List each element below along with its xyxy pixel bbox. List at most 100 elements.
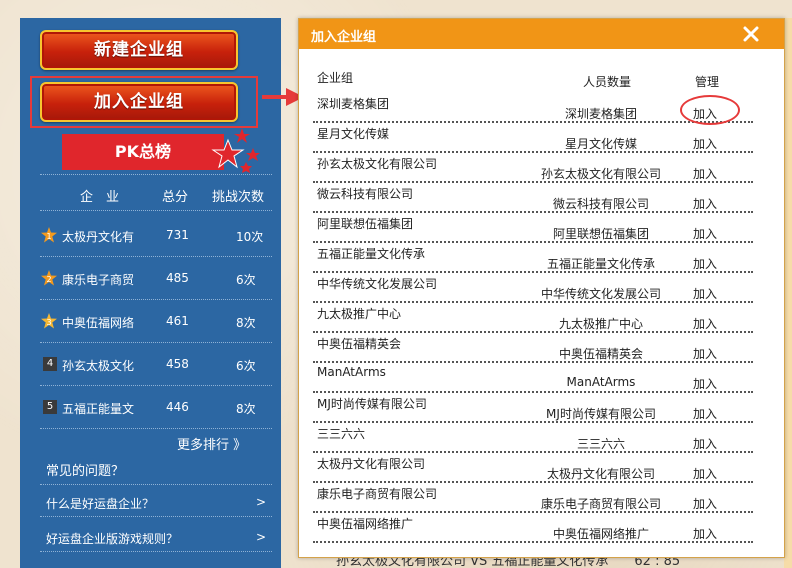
group-members: MJ时尚传媒有限公司 <box>546 407 656 421</box>
group-name: 中奥伍福网络推广 <box>317 517 414 531</box>
faq-item[interactable]: 好运盘企业版游戏规则？ > <box>40 525 272 551</box>
table-row: 康乐电子商贸有限公司 康乐电子商贸有限公司 加入 <box>313 483 753 513</box>
table-header: 企业组 人员数量 管理 <box>313 65 753 93</box>
table-row: ManAtArms ManAtArms 加入 <box>313 363 753 393</box>
group-name: ManAtArms <box>317 365 386 379</box>
rank-company: 中奥伍福网络 <box>62 316 135 330</box>
ranking-row[interactable]: 1 太极丹文化有 731 10次 <box>40 214 272 256</box>
table-row: MJ时尚传媒有限公司 MJ时尚传媒有限公司 加入 <box>313 393 753 423</box>
group-members: 中奥伍福精英会 <box>558 347 643 361</box>
group-members: 星月文化传媒 <box>564 137 637 151</box>
rank-times: 10次 <box>236 230 264 244</box>
header-score: 总分 <box>162 190 189 205</box>
divider <box>40 484 272 485</box>
left-panel: 新建企业组 加入企业组 PK总榜 企 业 总分 挑战次数 1 太极丹文化有 73… <box>20 18 281 568</box>
table-row: 中奥伍福精英会 中奥伍福精英会 加入 <box>313 333 753 363</box>
rank-score: 446 <box>166 400 189 414</box>
ranking-row[interactable]: 5 五福正能量文 446 8次 <box>40 386 272 428</box>
join-link[interactable]: 加入 <box>693 225 717 242</box>
rank-score: 731 <box>166 228 189 242</box>
table-row: 九太极推广中心 九太极推广中心 加入 <box>313 303 753 333</box>
group-members: 孙玄太极文化有限公司 <box>540 167 661 181</box>
faq-item[interactable]: 什么是好运盘企业？ > <box>40 490 272 516</box>
group-members: 康乐电子商贸有限公司 <box>540 497 661 511</box>
rank-company: 太极丹文化有 <box>62 230 135 244</box>
table-row: 微云科技有限公司 微云科技有限公司 加入 <box>313 183 753 213</box>
pk-ranking-banner: PK总榜 <box>62 134 224 170</box>
group-members: 九太极推广中心 <box>558 317 643 331</box>
rank-company: 五福正能量文 <box>62 402 135 416</box>
divider <box>40 516 272 517</box>
stars-icon <box>211 128 260 173</box>
table-row: 孙玄太极文化有限公司 孙玄太极文化有限公司 加入 <box>313 153 753 183</box>
group-name: 中奥伍福精英会 <box>317 337 402 351</box>
join-link[interactable]: 加入 <box>693 255 717 272</box>
join-link[interactable]: 加入 <box>693 345 717 362</box>
svg-text:3: 3 <box>46 318 51 327</box>
join-link[interactable]: 加入 <box>693 375 717 392</box>
join-group-button[interactable]: 加入企业组 <box>40 82 238 122</box>
svg-text:2: 2 <box>46 275 51 284</box>
divider <box>40 174 272 175</box>
faq-item-label: 什么是好运盘企业？ <box>46 497 155 511</box>
close-icon[interactable] <box>742 25 760 43</box>
ranking-header: 企 业 总分 挑战次数 <box>40 184 272 206</box>
rank-star-icon: 1 <box>41 227 57 243</box>
join-link[interactable]: 加入 <box>693 285 717 302</box>
join-link[interactable]: 加入 <box>693 495 717 512</box>
divider <box>40 210 272 211</box>
ranking-row[interactable]: 4 孙玄太极文化 458 6次 <box>40 343 272 385</box>
join-link[interactable]: 加入 <box>693 165 717 182</box>
modal-scroll-edge <box>772 49 784 557</box>
table-row: 太极丹文化有限公司 太极丹文化有限公司 加入 <box>313 453 753 483</box>
background-page-strip <box>784 18 792 568</box>
join-link[interactable]: 加入 <box>693 315 717 332</box>
header-company: 企 业 <box>80 190 120 205</box>
table-row: 星月文化传媒 星月文化传媒 加入 <box>313 123 753 153</box>
group-name: 阿里联想伍福集团 <box>317 217 414 231</box>
group-members: 三三六六 <box>576 437 625 451</box>
ranking-row[interactable]: 3 中奥伍福网络 461 8次 <box>40 300 272 342</box>
join-link[interactable]: 加入 <box>693 405 717 422</box>
join-link[interactable]: 加入 <box>693 195 717 212</box>
rank-number-badge: 4 <box>43 357 57 371</box>
group-name: 太极丹文化有限公司 <box>317 457 426 471</box>
rank-times: 6次 <box>236 273 256 287</box>
header-challenges: 挑战次数 <box>212 190 265 205</box>
group-members: 五福正能量文化传承 <box>546 257 655 271</box>
join-link[interactable]: 加入 <box>693 435 717 452</box>
more-rankings-link[interactable]: 更多排行 》 <box>177 434 246 453</box>
rank-times: 8次 <box>236 402 256 416</box>
rank-score: 461 <box>166 314 189 328</box>
chevron-right-icon: > <box>255 495 266 509</box>
group-members: ManAtArms <box>566 375 636 389</box>
group-name: 康乐电子商贸有限公司 <box>317 487 438 501</box>
divider <box>40 551 272 552</box>
rank-company: 康乐电子商贸 <box>62 273 135 287</box>
svg-text:1: 1 <box>46 232 51 241</box>
table-row: 五福正能量文化传承 五福正能量文化传承 加入 <box>313 243 753 273</box>
group-members: 微云科技有限公司 <box>552 197 649 211</box>
column-manage: 管理 <box>695 75 720 89</box>
join-link[interactable]: 加入 <box>693 525 717 542</box>
modal-title: 加入企业组 <box>311 30 377 45</box>
join-link[interactable]: 加入 <box>693 465 717 482</box>
chevron-right-icon: > <box>255 530 266 544</box>
join-link[interactable]: 加入 <box>693 135 717 152</box>
column-group: 企业组 <box>317 71 354 85</box>
join-highlight-circle <box>680 95 740 125</box>
group-name: 九太极推广中心 <box>317 307 402 321</box>
rank-times: 6次 <box>236 359 256 373</box>
new-group-button[interactable]: 新建企业组 <box>40 30 238 70</box>
group-members: 中奥伍福网络推广 <box>552 527 649 541</box>
rank-score: 485 <box>166 271 189 285</box>
column-members: 人员数量 <box>583 75 632 89</box>
rank-star-icon: 3 <box>41 313 57 329</box>
rank-company: 孙玄太极文化 <box>62 359 135 373</box>
rank-score: 458 <box>166 357 189 371</box>
modal-header: 加入企业组 <box>299 19 784 49</box>
group-name: 五福正能量文化传承 <box>317 247 426 261</box>
group-members: 阿里联想伍福集团 <box>552 227 649 241</box>
ranking-row[interactable]: 2 康乐电子商贸 485 6次 <box>40 257 272 299</box>
divider <box>40 428 272 429</box>
